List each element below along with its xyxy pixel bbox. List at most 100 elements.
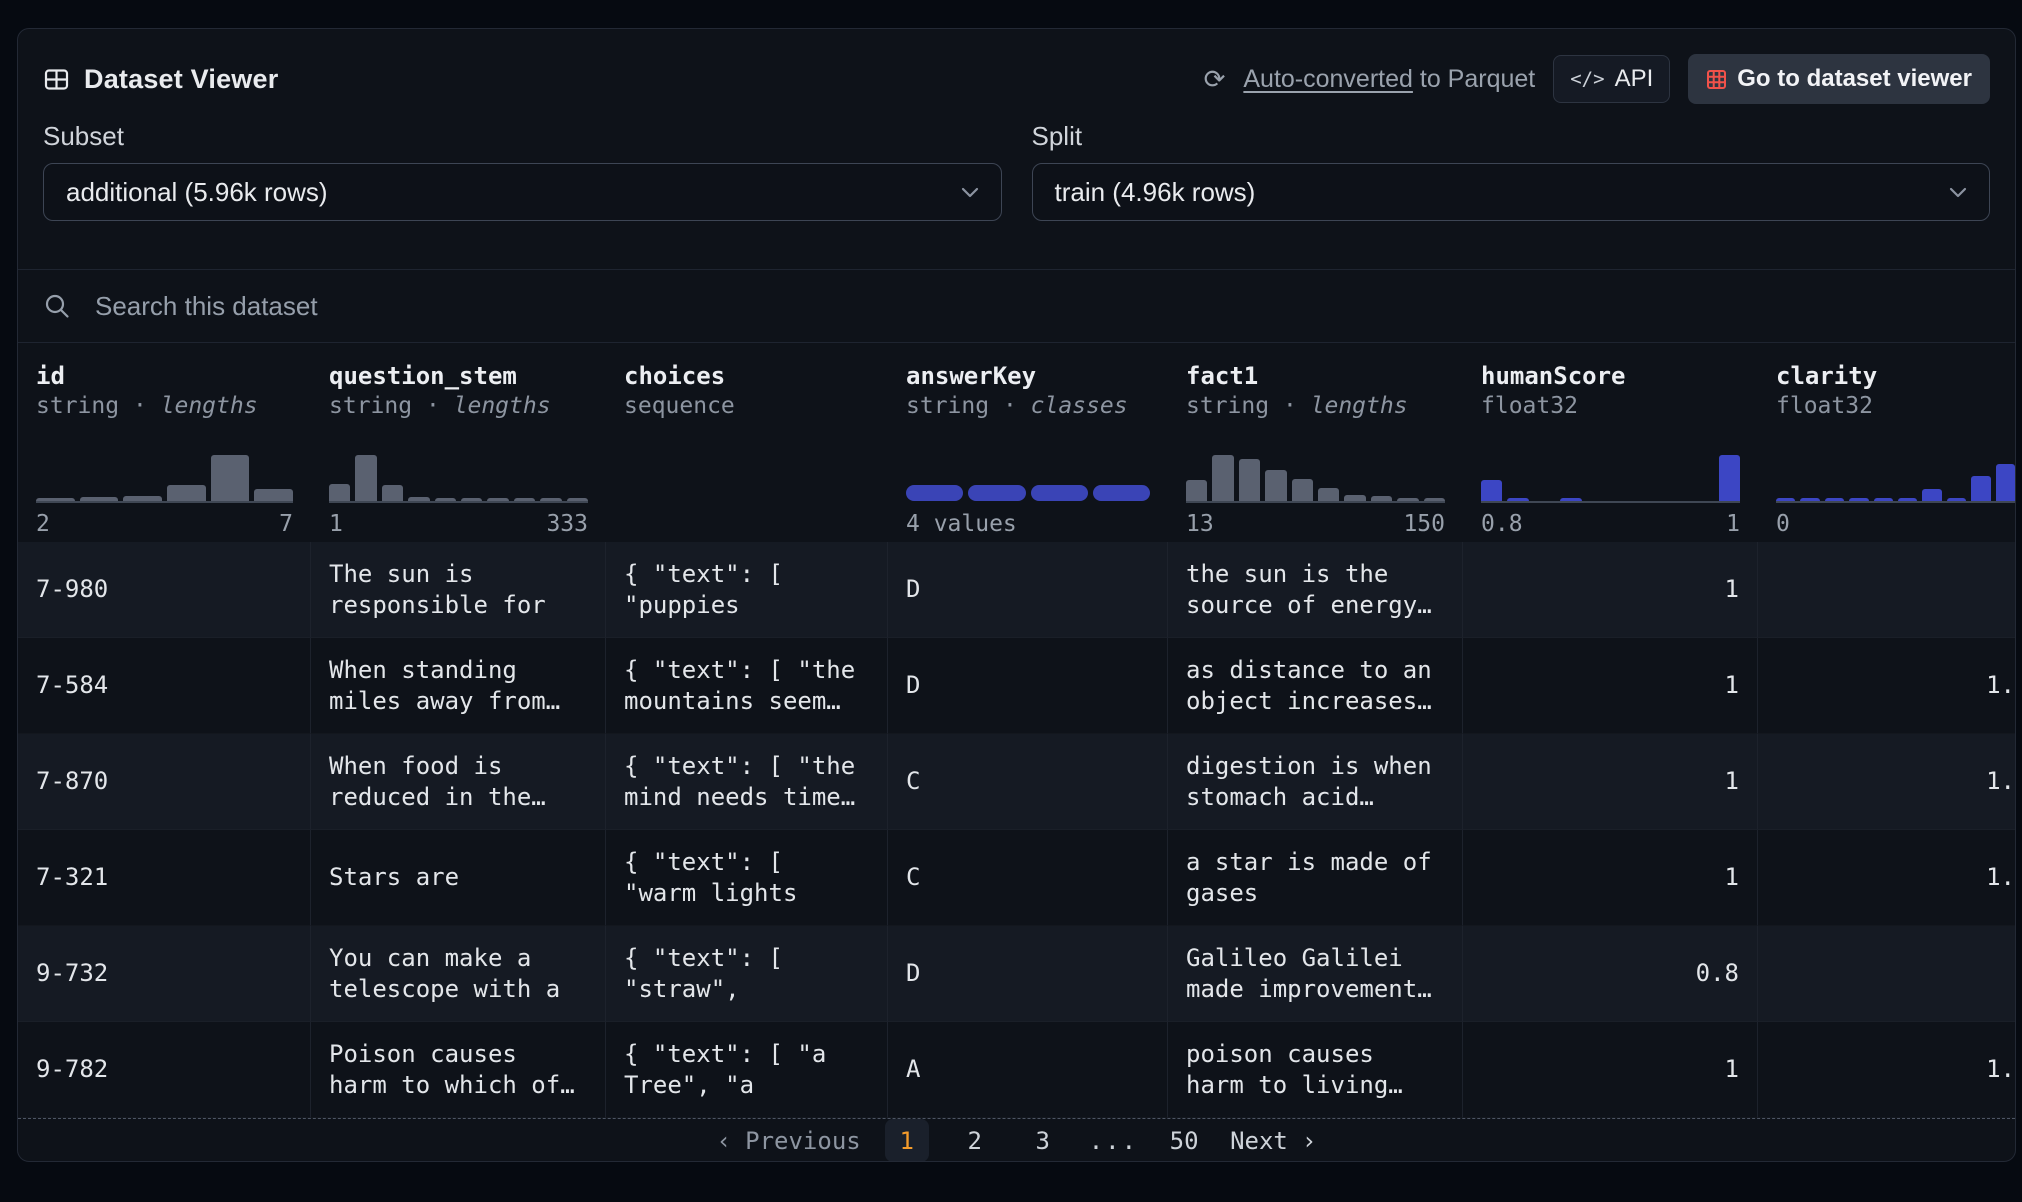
- cell-humanScore[interactable]: 1: [1463, 1022, 1758, 1118]
- cell-id[interactable]: 7-584: [18, 638, 311, 734]
- cell-clarity[interactable]: 1.: [1758, 734, 2015, 830]
- cell-fact1[interactable]: a star is made of gases: [1168, 830, 1463, 926]
- cell-text: D: [906, 958, 920, 989]
- column-header-humanScore[interactable]: humanScorefloat320.81: [1463, 343, 1758, 542]
- auto-converted-link[interactable]: Auto-converted: [1243, 65, 1413, 93]
- subset-select[interactable]: additional (5.96k rows): [43, 163, 1002, 221]
- histogram-min-max: 0: [1776, 509, 2015, 539]
- cell-id[interactable]: 9-782: [18, 1022, 311, 1118]
- cell-id[interactable]: 7-321: [18, 830, 311, 926]
- cell-clarity[interactable]: [1758, 926, 2015, 1022]
- cell-answerKey[interactable]: C: [888, 734, 1168, 830]
- cell-humanScore[interactable]: 0.8: [1463, 926, 1758, 1022]
- previous-page-button[interactable]: ‹Previous: [717, 1127, 861, 1155]
- cell-fact1[interactable]: Galileo Galilei made improvement…: [1168, 926, 1463, 1022]
- table-row[interactable]: 9-732You can make a telescope with a{ "t…: [18, 926, 2015, 1022]
- cell-text: Galileo Galilei made improvement…: [1186, 943, 1444, 1005]
- column-type: string · classes: [906, 391, 1150, 421]
- next-page-button[interactable]: Next›: [1230, 1127, 1316, 1155]
- cell-choices[interactable]: { "text": [ "puppies learnin…: [606, 542, 888, 638]
- class-segment: [1093, 485, 1150, 501]
- cell-fact1[interactable]: the sun is the source of energy…: [1168, 542, 1463, 638]
- cell-text: C: [906, 766, 920, 797]
- page-button-2[interactable]: 2: [953, 1119, 997, 1162]
- cell-question_stem[interactable]: The sun is responsible for: [311, 542, 606, 638]
- cell-humanScore[interactable]: 1: [1463, 542, 1758, 638]
- table-row[interactable]: 7-870When food is reduced in the…{ "text…: [18, 734, 2015, 830]
- histogram-min-max: 0.81: [1481, 509, 1740, 539]
- answerKey-histogram[interactable]: [906, 455, 1150, 503]
- cell-id[interactable]: 9-732: [18, 926, 311, 1022]
- cell-fact1[interactable]: poison causes harm to living…: [1168, 1022, 1463, 1118]
- clarity-histogram[interactable]: [1776, 455, 2015, 503]
- table-row[interactable]: 7-321Stars are{ "text": [ "warm lights t…: [18, 830, 2015, 926]
- split-selected-value: train (4.96k rows): [1055, 177, 1256, 208]
- cell-clarity[interactable]: [1758, 542, 2015, 638]
- cell-fact1[interactable]: as distance to an object increases…: [1168, 638, 1463, 734]
- histogram-bar: [1898, 498, 1917, 501]
- histogram-bar: [1800, 498, 1819, 501]
- cell-answerKey[interactable]: D: [888, 542, 1168, 638]
- cell-question_stem[interactable]: When standing miles away from…: [311, 638, 606, 734]
- cell-humanScore[interactable]: 1: [1463, 734, 1758, 830]
- column-header-choices[interactable]: choicessequence: [606, 343, 888, 542]
- table-row[interactable]: 7-980 The sun is responsible for { "text":…: [18, 542, 2015, 638]
- column-header-answerKey[interactable]: answerKeystring · classes4 values: [888, 343, 1168, 542]
- cell-text: 1: [1725, 670, 1739, 701]
- column-type: float32: [1776, 391, 2015, 421]
- histogram-min-label: 2: [36, 509, 50, 539]
- search-input[interactable]: [95, 291, 1990, 322]
- histogram-max-label: 333: [546, 509, 588, 539]
- cell-id[interactable]: 7-870: [18, 734, 311, 830]
- choices-histogram[interactable]: [624, 455, 870, 503]
- cell-question_stem[interactable]: Stars are: [311, 830, 606, 926]
- column-header-id[interactable]: idstring · lengths27: [18, 343, 311, 542]
- cell-answerKey[interactable]: A: [888, 1022, 1168, 1118]
- cell-humanScore[interactable]: 1: [1463, 638, 1758, 734]
- split-select[interactable]: train (4.96k rows): [1032, 163, 1991, 221]
- id-histogram[interactable]: [36, 455, 293, 503]
- cell-humanScore[interactable]: 1: [1463, 830, 1758, 926]
- question_stem-histogram[interactable]: [329, 455, 588, 503]
- auto-converted-text: Auto-converted to Parquet: [1243, 65, 1535, 94]
- cell-question_stem[interactable]: Poison causes harm to which of…: [311, 1022, 606, 1118]
- cell-text: The sun is responsible for: [329, 559, 587, 621]
- cell-clarity[interactable]: 1.: [1758, 830, 2015, 926]
- histogram-bar: [1212, 455, 1233, 501]
- cell-answerKey[interactable]: C: [888, 830, 1168, 926]
- cell-text: D: [906, 574, 920, 605]
- api-button[interactable]: </> API: [1553, 55, 1670, 103]
- table-row[interactable]: 9-782Poison causes harm to which of…{ "t…: [18, 1022, 2015, 1118]
- column-header-clarity[interactable]: clarityfloat32 0: [1758, 343, 2016, 542]
- page-button-1[interactable]: 1: [885, 1119, 929, 1162]
- cell-choices[interactable]: { "text": [ "the mountains seem…: [606, 638, 888, 734]
- page-button-50[interactable]: 50: [1162, 1119, 1206, 1162]
- cell-choices[interactable]: { "text": [ "a Tree", "a robot"…: [606, 1022, 888, 1118]
- cell-question_stem[interactable]: When food is reduced in the…: [311, 734, 606, 830]
- cell-answerKey[interactable]: D: [888, 926, 1168, 1022]
- cell-question_stem[interactable]: You can make a telescope with a: [311, 926, 606, 1022]
- cell-choices[interactable]: { "text": [ "warm lights that…: [606, 830, 888, 926]
- column-header-fact1[interactable]: fact1string · lengths13150: [1168, 343, 1463, 542]
- humanScore-histogram[interactable]: [1481, 455, 1740, 503]
- cell-text: 1: [1725, 574, 1739, 605]
- page-button-3[interactable]: 3: [1021, 1119, 1065, 1162]
- cell-clarity[interactable]: 1.: [1758, 1022, 2015, 1118]
- cell-id[interactable]: 7-980: [18, 542, 311, 638]
- table-body: 7-980 The sun is responsible for { "text":…: [18, 542, 2015, 1118]
- cell-choices[interactable]: { "text": [ "straw", "Glass"…: [606, 926, 888, 1022]
- cell-choices[interactable]: { "text": [ "the mind needs time…: [606, 734, 888, 830]
- histogram-bar: [382, 485, 403, 501]
- cell-clarity[interactable]: 1.: [1758, 638, 2015, 734]
- subset-selected-value: additional (5.96k rows): [66, 177, 328, 208]
- go-to-dataset-viewer-button[interactable]: Go to dataset viewer: [1688, 54, 1990, 104]
- cell-text: poison causes harm to living…: [1186, 1039, 1444, 1101]
- column-name: clarity: [1776, 361, 2015, 391]
- cell-fact1[interactable]: digestion is when stomach acid…: [1168, 734, 1463, 830]
- cell-answerKey[interactable]: D: [888, 638, 1168, 734]
- histogram-bar: [123, 496, 162, 501]
- column-name: question_stem: [329, 361, 588, 391]
- table-row[interactable]: 7-584When standing miles away from…{ "te…: [18, 638, 2015, 734]
- fact1-histogram[interactable]: [1186, 455, 1445, 503]
- column-header-question_stem[interactable]: question_stemstring · lengths1333: [311, 343, 606, 542]
